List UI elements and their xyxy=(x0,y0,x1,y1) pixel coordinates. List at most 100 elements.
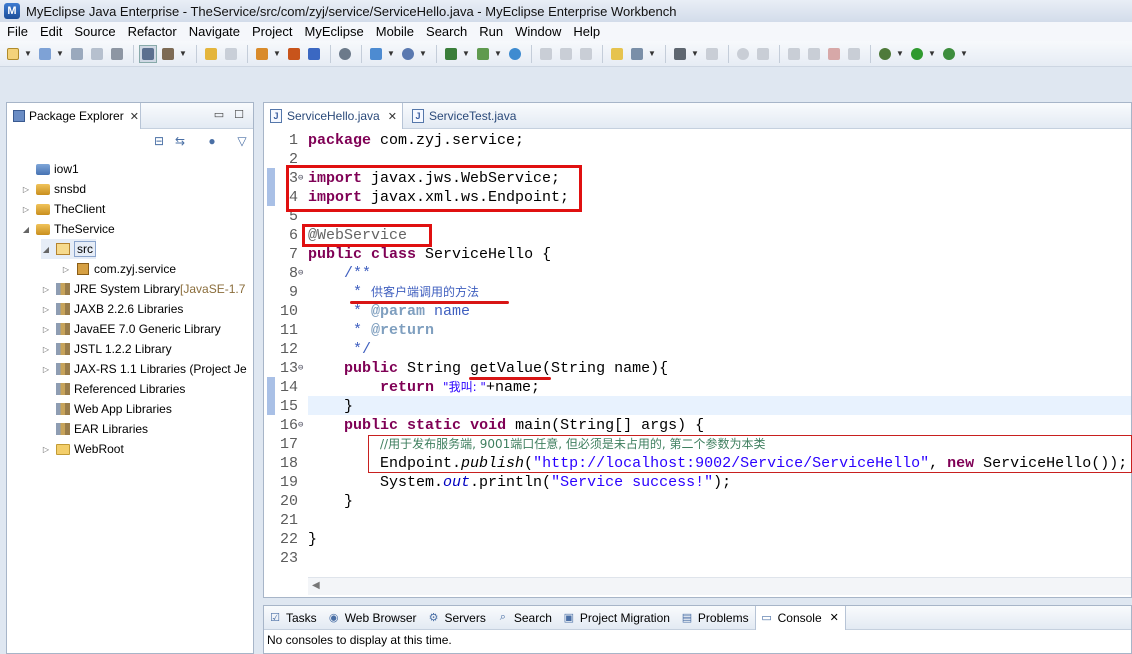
tree-item[interactable]: iow1 xyxy=(21,159,79,179)
tab-tasks[interactable]: ☑ Tasks xyxy=(264,606,323,630)
refresh-icon[interactable] xyxy=(734,45,752,63)
server-icon[interactable] xyxy=(336,45,354,63)
minimize-icon[interactable]: ▭ xyxy=(211,108,227,122)
close-icon[interactable]: ✕ xyxy=(388,110,397,123)
tree-item[interactable]: ▷ JavaEE 7.0 Generic Library xyxy=(41,319,221,339)
tree-item[interactable]: ◢ TheService xyxy=(21,219,115,239)
tab-project-migration[interactable]: ▣ Project Migration xyxy=(558,606,676,630)
tree-item[interactable]: ▷ JSTL 1.2.2 Library xyxy=(41,339,172,359)
tree-item[interactable]: Web App Libraries xyxy=(41,399,172,419)
close-icon[interactable]: ✕ xyxy=(130,110,139,123)
menu-window[interactable]: Window xyxy=(510,24,568,39)
menu-search[interactable]: Search xyxy=(421,24,474,39)
menu-myeclipse[interactable]: MyEclipse xyxy=(299,24,370,39)
collapsed-twisty-icon[interactable]: ▷ xyxy=(41,285,51,294)
tree-item[interactable]: ▷ WebRoot xyxy=(41,439,124,459)
new-dropdown-icon[interactable]: ▼ xyxy=(24,49,32,58)
menu-help[interactable]: Help xyxy=(568,24,607,39)
globe-tool-icon[interactable] xyxy=(506,45,524,63)
link-with-editor-icon[interactable]: ⇆ xyxy=(173,134,187,148)
expanded-twisty-icon[interactable]: ◢ xyxy=(21,225,31,234)
deploy-icon[interactable] xyxy=(253,45,271,63)
tree-item[interactable]: Referenced Libraries xyxy=(41,379,185,399)
disabled-tool-4-icon[interactable] xyxy=(754,45,772,63)
menu-run[interactable]: Run xyxy=(474,24,510,39)
open-type-icon[interactable] xyxy=(474,45,492,63)
hammer-icon[interactable] xyxy=(159,45,177,63)
connector-icon[interactable] xyxy=(703,45,721,63)
search-tool-icon[interactable] xyxy=(399,45,417,63)
run-icon[interactable] xyxy=(908,45,926,63)
open-type-dropdown-icon[interactable]: ▼ xyxy=(494,49,502,58)
menu-file[interactable]: File xyxy=(2,24,35,39)
run-dropdown-icon[interactable]: ▼ xyxy=(928,49,936,58)
tree-item[interactable]: ▷ JAXB 2.2.6 Libraries xyxy=(41,299,183,319)
tab-servicetest[interactable]: J ServiceTest.java xyxy=(406,103,536,129)
tree-item[interactable]: ▷ snsbd xyxy=(21,179,86,199)
focus-icon[interactable]: ● xyxy=(205,134,219,148)
disabled-tool-1-icon[interactable] xyxy=(537,45,555,63)
tree-item[interactable]: ▷ JRE System Library [JavaSE-1.7 xyxy=(41,279,245,299)
fold-toggle-icon[interactable]: ⊖ xyxy=(298,264,303,283)
screenshot-icon[interactable] xyxy=(671,45,689,63)
save-icon[interactable] xyxy=(68,45,86,63)
menu-mobile[interactable]: Mobile xyxy=(371,24,421,39)
close-icon[interactable]: ✕ xyxy=(830,611,839,624)
save-all-icon[interactable] xyxy=(88,45,106,63)
tab-package-explorer[interactable]: Package Explorer ✕ xyxy=(7,103,141,129)
tree-item[interactable]: ▷ com.zyj.service xyxy=(61,259,176,279)
scroll-left-icon[interactable]: ◀ xyxy=(312,580,320,591)
tab-servers[interactable]: ⚙ Servers xyxy=(423,606,492,630)
tab-problems[interactable]: ▤ Problems xyxy=(676,606,755,630)
tree-item[interactable]: ◢ src xyxy=(41,239,96,259)
suspend-icon[interactable] xyxy=(805,45,823,63)
tree-item[interactable]: ▷ TheClient xyxy=(21,199,105,219)
collapsed-twisty-icon[interactable]: ▷ xyxy=(21,185,31,194)
back-history-icon[interactable] xyxy=(202,45,220,63)
collapse-all-icon[interactable]: ⊟ xyxy=(152,134,166,148)
print-icon[interactable] xyxy=(108,45,126,63)
debug-dropdown-icon[interactable]: ▼ xyxy=(896,49,904,58)
collapsed-twisty-icon[interactable]: ▷ xyxy=(41,365,51,374)
hierarchy-dropdown-icon[interactable]: ▼ xyxy=(462,49,470,58)
tab-search[interactable]: ⌕ Search xyxy=(492,606,558,630)
new-web-icon[interactable] xyxy=(608,45,626,63)
menu-refactor[interactable]: Refactor xyxy=(123,24,184,39)
terminate-icon[interactable] xyxy=(825,45,843,63)
expanded-twisty-icon[interactable]: ◢ xyxy=(41,245,51,254)
menu-edit[interactable]: Edit xyxy=(35,24,69,39)
tab-console[interactable]: ▭ Console ✕ xyxy=(754,605,846,630)
fold-toggle-icon[interactable]: ⊖ xyxy=(298,359,303,378)
new-icon[interactable] xyxy=(4,45,22,63)
tab-web-browser[interactable]: ◉ Web Browser xyxy=(323,606,423,630)
disconnect-icon[interactable] xyxy=(845,45,863,63)
horizontal-scrollbar[interactable]: ◀ xyxy=(308,577,1131,595)
collapsed-twisty-icon[interactable]: ▷ xyxy=(61,265,71,274)
tree-item[interactable]: ▷ JAX-RS 1.1 Libraries (Project Je xyxy=(41,359,247,379)
disabled-tool-3-icon[interactable] xyxy=(577,45,595,63)
toggle-mark-icon[interactable] xyxy=(139,44,157,63)
new-project-icon[interactable] xyxy=(36,45,54,63)
module-icon[interactable] xyxy=(305,45,323,63)
wizard-icon[interactable] xyxy=(367,45,385,63)
search-dropdown-icon[interactable]: ▼ xyxy=(419,49,427,58)
menu-project[interactable]: Project xyxy=(247,24,299,39)
debug-icon[interactable] xyxy=(876,45,894,63)
resume-icon[interactable] xyxy=(785,45,803,63)
menu-navigate[interactable]: Navigate xyxy=(184,24,247,39)
forward-history-icon[interactable] xyxy=(222,45,240,63)
collapsed-twisty-icon[interactable]: ▷ xyxy=(41,445,51,454)
collapsed-twisty-icon[interactable]: ▷ xyxy=(41,345,51,354)
new-wizard-icon[interactable] xyxy=(628,45,646,63)
maximize-icon[interactable]: ☐ xyxy=(231,108,247,122)
collapsed-twisty-icon[interactable]: ▷ xyxy=(41,305,51,314)
tree-item[interactable]: EAR Libraries xyxy=(41,419,148,439)
view-menu-icon[interactable]: ▽ xyxy=(235,134,249,148)
deploy-dropdown-icon[interactable]: ▼ xyxy=(273,49,281,58)
wizard-dropdown-icon[interactable]: ▼ xyxy=(387,49,395,58)
menu-source[interactable]: Source xyxy=(69,24,122,39)
collapsed-twisty-icon[interactable]: ▷ xyxy=(21,205,31,214)
new-wizard-dropdown-icon[interactable]: ▼ xyxy=(648,49,656,58)
disabled-tool-2-icon[interactable] xyxy=(557,45,575,63)
build-dropdown-icon[interactable]: ▼ xyxy=(179,49,187,58)
